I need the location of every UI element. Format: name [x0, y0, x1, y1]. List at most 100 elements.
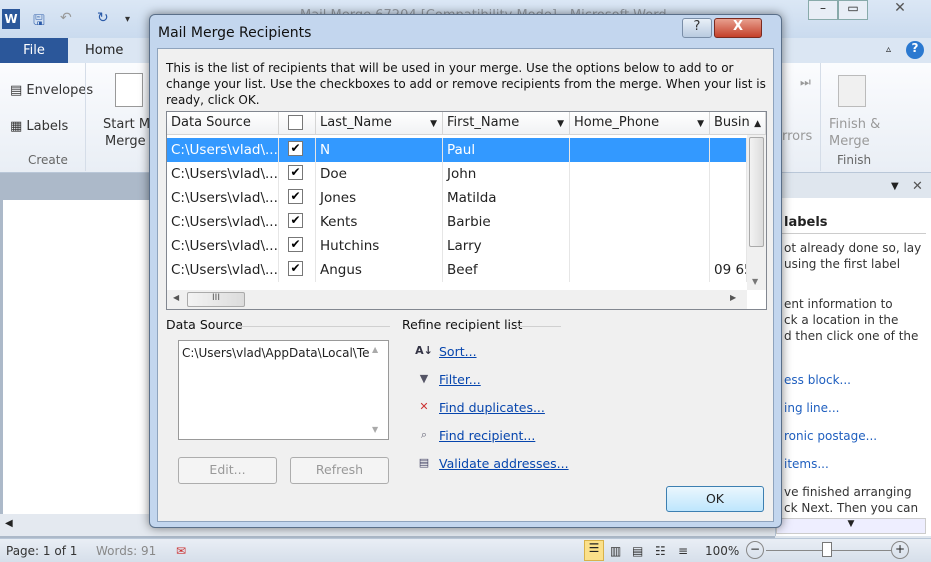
outline-icon[interactable]: ☷	[655, 544, 666, 558]
table-row[interactable]: C:\Users\vlad\... Kents Barbie ✔	[167, 210, 747, 234]
data-source-list[interactable]: C:\Users\vlad\AppData\Local\Te ▲ ▼	[178, 340, 389, 440]
word-logo-icon[interactable]: W	[2, 9, 20, 29]
redo-icon[interactable]: ↻	[97, 10, 109, 26]
check-errors-button[interactable]: rrors	[782, 129, 812, 144]
cell-include: ✔	[279, 138, 316, 162]
sort-link[interactable]: Sort...	[439, 344, 477, 359]
page-count[interactable]: Page: 1 of 1	[6, 544, 77, 558]
table-row[interactable]: C:\Users\vlad\... N Paul ✔	[167, 138, 747, 162]
cell-include: ✔	[279, 234, 316, 258]
data-source-item[interactable]: C:\Users\vlad\AppData\Local\Te	[182, 346, 370, 360]
include-checkbox[interactable]: ✔	[288, 237, 303, 252]
column-header-data-source[interactable]: Data Source	[167, 112, 279, 135]
maximize-button[interactable]: ▭	[838, 0, 868, 20]
dialog-close-button[interactable]: X	[714, 18, 762, 38]
address-block-link[interactable]: ess block...	[784, 373, 851, 387]
print-layout-icon[interactable]: ☰	[584, 540, 604, 561]
window-close-button[interactable]: ✕	[870, 0, 930, 20]
table-row[interactable]: C:\Users\vlad\... Jones Matilda ✔	[167, 186, 747, 210]
refresh-button[interactable]: Refresh	[290, 457, 389, 484]
cell-first: Barbie	[443, 210, 570, 234]
zoom-slider-thumb[interactable]	[822, 542, 832, 557]
grid-horizontal-scrollbar[interactable]: ◀ III ▶	[167, 290, 747, 309]
more-items-link[interactable]: items...	[784, 457, 829, 471]
cell-last: Doe	[316, 162, 443, 186]
find-recipient-link[interactable]: Find recipient...	[439, 428, 535, 443]
minimize-ribbon-icon[interactable]: ▵	[886, 44, 891, 55]
vertical-scroll-thumb[interactable]	[749, 137, 764, 247]
table-row[interactable]: C:\Users\vlad\... Doe John ✔	[167, 162, 747, 186]
filter-icon: ▼	[419, 372, 429, 385]
validate-addresses-link[interactable]: Validate addresses...	[439, 456, 569, 471]
scroll-down-icon[interactable]: ▼	[372, 425, 378, 434]
filter-link[interactable]: Filter...	[439, 372, 481, 387]
customize-toolbar-icon[interactable]: ▾	[125, 14, 130, 25]
task-pane-close-icon[interactable]: ✕	[912, 179, 923, 194]
cell-home	[570, 186, 710, 210]
cell-last: Kents	[316, 210, 443, 234]
include-checkbox[interactable]: ✔	[288, 165, 303, 180]
start-mail-merge-button[interactable]: Start M Merge	[103, 116, 150, 150]
tab-file[interactable]: File	[0, 38, 68, 64]
horizontal-scroll-thumb[interactable]: III	[187, 292, 245, 307]
scroll-right-icon[interactable]: ▶	[730, 293, 736, 302]
cell-first: Beef	[443, 258, 570, 282]
cell-source: C:\Users\vlad\...	[167, 258, 279, 282]
labels-button[interactable]: ▦ Labels	[10, 119, 68, 134]
table-row[interactable]: C:\Users\vlad\... Hutchins Larry ✔	[167, 234, 747, 258]
divider	[776, 233, 926, 234]
draft-icon[interactable]: ≡	[678, 544, 688, 558]
column-header-select-all[interactable]	[279, 112, 316, 135]
help-icon[interactable]: ?	[906, 41, 924, 59]
document-page[interactable]	[3, 200, 153, 515]
word-count[interactable]: Words: 91	[96, 544, 156, 558]
cell-source: C:\Users\vlad\...	[167, 162, 279, 186]
envelope-icon: ▤	[10, 83, 27, 98]
start-mail-merge-icon	[115, 73, 143, 107]
edit-button[interactable]: Edit...	[178, 457, 277, 484]
electronic-postage-link[interactable]: ronic postage...	[784, 429, 877, 443]
zoom-out-button[interactable]: −	[746, 541, 764, 559]
column-header-home-phone[interactable]: Home_Phone ▼	[570, 112, 710, 135]
select-all-checkbox[interactable]	[288, 115, 303, 130]
include-checkbox[interactable]: ✔	[288, 141, 303, 156]
dialog-help-button[interactable]: ?	[682, 18, 712, 38]
envelopes-button[interactable]: ▤ Envelopes	[10, 83, 93, 98]
scroll-down-icon[interactable]: ▼	[752, 277, 758, 286]
scroll-left-icon[interactable]: ◀	[173, 293, 179, 302]
cell-last: Angus	[316, 258, 443, 282]
include-checkbox[interactable]: ✔	[288, 189, 303, 204]
full-screen-reading-icon[interactable]: ▥	[610, 544, 621, 558]
scroll-left-icon[interactable]: ◀	[5, 518, 13, 529]
scroll-up-icon[interactable]: ▲	[372, 345, 378, 354]
ok-button[interactable]: OK	[666, 486, 764, 512]
finish-merge-button[interactable]: Finish & Merge	[829, 116, 880, 150]
zoom-in-button[interactable]: +	[891, 541, 909, 559]
dropdown-arrow-icon[interactable]: ▼	[697, 119, 704, 129]
zoom-level[interactable]: 100%	[705, 544, 739, 558]
include-checkbox[interactable]: ✔	[288, 261, 303, 276]
undo-icon[interactable]: ↶	[60, 10, 72, 26]
grid-vertical-scrollbar[interactable]: ▼	[747, 135, 766, 290]
cell-home	[570, 234, 710, 258]
web-layout-icon[interactable]: ▤	[632, 544, 643, 558]
next-record-icon[interactable]: ⏭	[800, 75, 811, 90]
proofing-icon[interactable]: ✉	[176, 544, 186, 558]
minimize-button[interactable]: –	[808, 0, 838, 20]
table-row[interactable]: C:\Users\vlad\... AngusBeef 09 65 ✔	[167, 258, 747, 282]
greeting-line-link[interactable]: ing line...	[784, 401, 839, 415]
dropdown-arrow-icon[interactable]: ▼	[557, 119, 564, 129]
column-header-last-name[interactable]: Last_Name ▼	[316, 112, 443, 135]
include-checkbox[interactable]: ✔	[288, 213, 303, 228]
scroll-up-icon[interactable]: ▲	[754, 119, 761, 129]
dropdown-arrow-icon[interactable]: ▼	[430, 119, 437, 129]
find-duplicates-link[interactable]: Find duplicates...	[439, 400, 545, 415]
task-text: d then click one of the	[784, 329, 919, 343]
column-header-first-name[interactable]: First_Name ▼	[443, 112, 570, 135]
save-icon[interactable]: 🖫	[33, 10, 45, 34]
task-pane-menu-icon[interactable]: ▼	[891, 181, 899, 192]
column-header-business-phone[interactable]: Busin ▲	[710, 112, 766, 135]
tab-home[interactable]: Home	[85, 43, 123, 58]
divider	[240, 326, 390, 327]
task-pane-scroll-down[interactable]: ▼	[776, 518, 926, 534]
